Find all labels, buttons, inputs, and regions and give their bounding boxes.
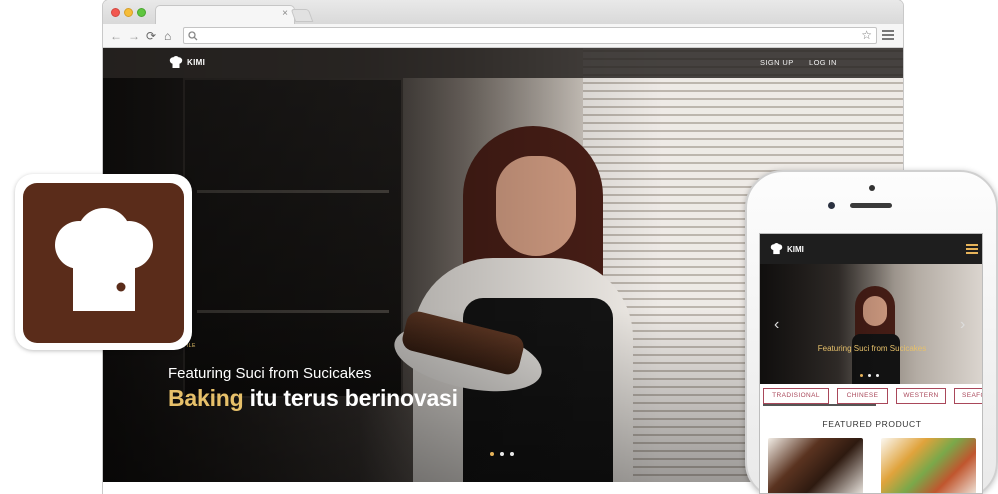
tab-close-icon[interactable]: × (282, 8, 288, 19)
product-image[interactable] (768, 438, 863, 493)
phone-front-camera (828, 202, 835, 209)
slide-indicators (490, 452, 514, 456)
phone-speaker (850, 203, 892, 208)
minimize-window-button[interactable] (124, 8, 133, 17)
close-window-button[interactable] (111, 8, 120, 17)
slide-dot[interactable] (868, 374, 871, 377)
phone-screen: KIMI ‹ › Featuring Suci from Sucicakes T… (759, 233, 983, 494)
hero-subtitle: Featuring Suci from Sucicakes (168, 365, 372, 382)
search-icon (188, 28, 198, 44)
reload-icon[interactable]: ⟳ (146, 28, 156, 44)
mobile-slide-indicators (860, 374, 879, 377)
slide-dot[interactable] (876, 374, 879, 377)
address-bar[interactable]: ☆ (183, 27, 877, 44)
back-icon[interactable]: ← (110, 28, 122, 44)
mobile-brand: KIMI (787, 244, 804, 254)
mobile-hero-slider: ‹ › Featuring Suci from Sucicakes (760, 264, 982, 384)
chevron-right-icon[interactable]: › (960, 316, 965, 334)
new-tab-button[interactable] (290, 9, 314, 22)
slide-dot[interactable] (500, 452, 504, 456)
hamburger-menu-icon[interactable] (966, 244, 978, 256)
bookmark-star-icon[interactable]: ☆ (861, 28, 872, 42)
log-in-link[interactable]: LOG IN (809, 58, 837, 67)
category-tab-western[interactable]: WESTERN (896, 388, 946, 404)
slide-dot[interactable] (510, 452, 514, 456)
hero-title-rest: itu terus berinovasi (243, 385, 458, 411)
chef-hat-icon (169, 56, 183, 68)
phone-camera (869, 185, 875, 191)
mobile-hero-caption: Featuring Suci from Sucicakes (817, 344, 927, 353)
site-brand: KIMI (187, 58, 206, 67)
mobile-logo[interactable]: KIMI (770, 243, 804, 255)
hero-title-highlight: Baking (168, 385, 244, 411)
app-icon (23, 183, 184, 343)
browser-titlebar: × (103, 0, 903, 24)
category-tab-chinese[interactable]: CHINESE (837, 388, 888, 404)
forward-icon[interactable]: → (128, 28, 140, 44)
home-icon[interactable]: ⌂ (164, 28, 171, 44)
category-tab-tradisional[interactable]: TRADISIONAL (763, 388, 829, 404)
category-scroll-indicator (763, 404, 876, 406)
product-image[interactable] (881, 438, 976, 493)
browser-toolbar: ← → ⟳ ⌂ ☆ (103, 24, 903, 48)
category-tab-seafood[interactable]: SEAFO (954, 388, 982, 404)
chef-hat-icon (770, 243, 783, 255)
browser-menu-icon[interactable] (882, 30, 894, 42)
hero-title: Baking itu terus berinovasi (168, 385, 458, 412)
site-logo[interactable]: KIMI (169, 56, 205, 69)
browser-tab[interactable]: × (155, 5, 295, 24)
chevron-left-icon[interactable]: ‹ (774, 316, 779, 334)
chef-hat-icon (55, 208, 153, 311)
site-navbar: KIMI SIGN UP LOG IN (103, 48, 903, 78)
slide-dot[interactable] (860, 374, 863, 377)
mobile-navbar: KIMI (760, 234, 982, 264)
slide-dot[interactable] (490, 452, 494, 456)
maximize-window-button[interactable] (137, 8, 146, 17)
marketing-composite: × ← → ⟳ ⌂ ☆ KIMI SIGN UP LOG IN Featurin… (0, 0, 998, 494)
featured-product-heading: FEATURED PRODUCT (822, 419, 922, 429)
sign-up-link[interactable]: SIGN UP (760, 58, 794, 67)
